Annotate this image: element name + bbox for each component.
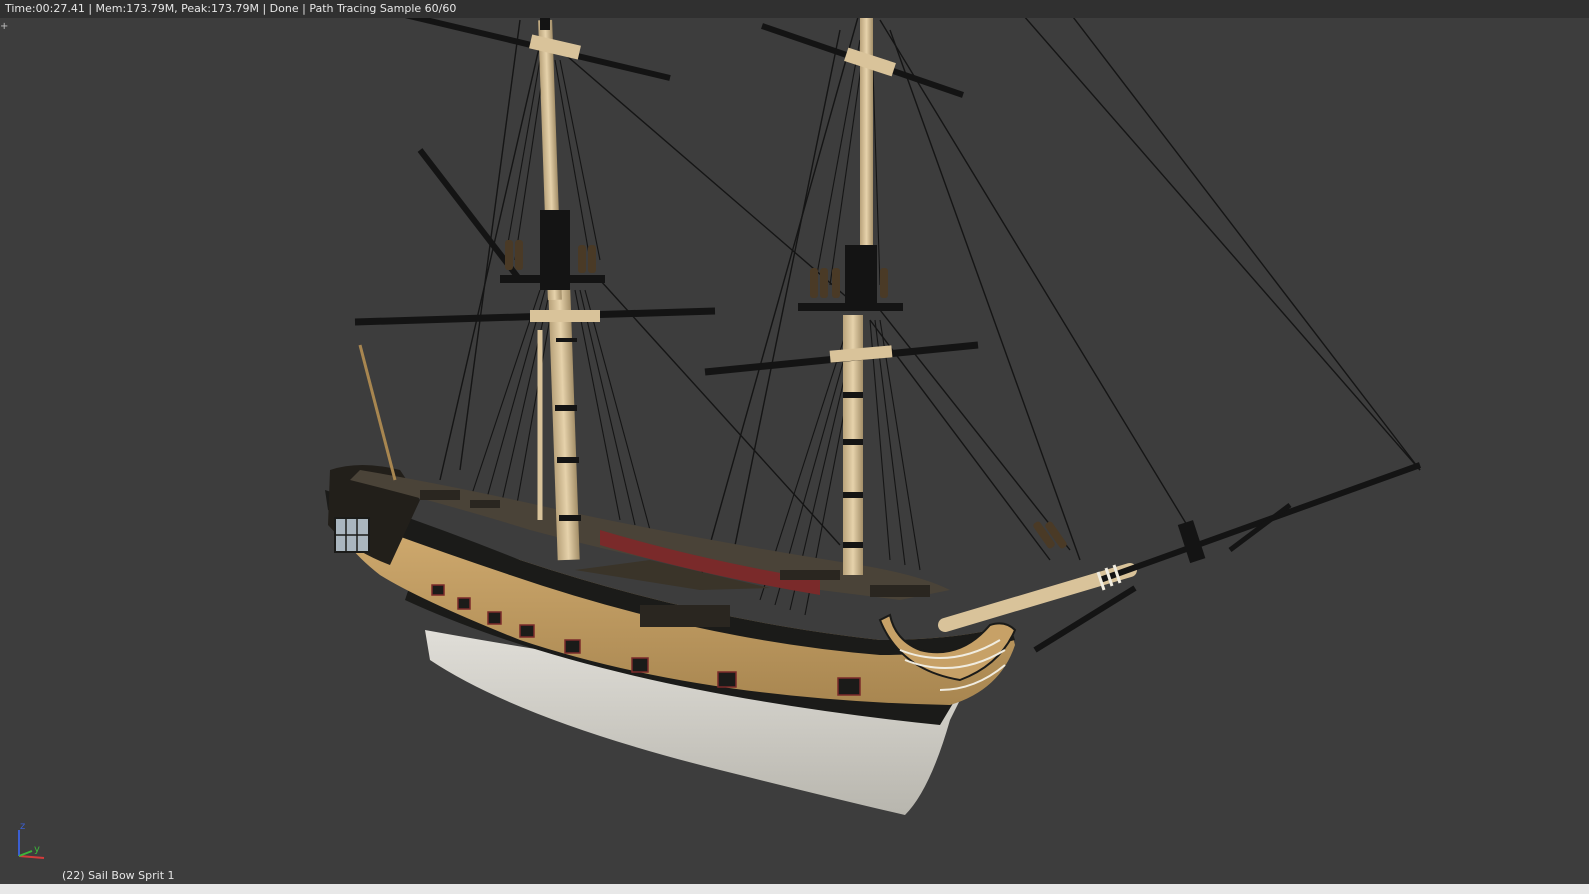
shrouds-fore [759, 39, 921, 616]
deadeyes [505, 240, 1067, 549]
bottom-edge-strip [0, 884, 1589, 894]
corner-widget-glyph[interactable]: + [0, 21, 8, 32]
main-yard-lower-center [530, 310, 600, 322]
y-axis-label: y [34, 844, 40, 855]
x-axis-line [18, 855, 45, 859]
rigging-lines [439, 0, 1421, 581]
ship-render[interactable] [0, 0, 1589, 894]
render-status-bar: Time:00:27.41 | Mem:173.79M, Peak:173.79… [0, 0, 1589, 18]
bowsprit-bands [1096, 564, 1122, 591]
main-mast [500, 0, 605, 561]
render-status-text: Time:00:27.41 | Mem:173.79M, Peak:173.79… [5, 2, 457, 15]
axis-gizmo-icon: z y [18, 821, 45, 859]
3d-viewport[interactable]: Time:00:27.41 | Mem:173.79M, Peak:173.79… [0, 0, 1589, 894]
z-axis-label: z [20, 821, 25, 832]
active-object-label: (22) Sail Bow Sprit 1 [62, 869, 175, 882]
viewport-corner-widget[interactable]: + [0, 20, 8, 34]
flagpole [358, 344, 397, 481]
y-axis-line [18, 850, 33, 857]
jib-boom [1098, 462, 1422, 583]
